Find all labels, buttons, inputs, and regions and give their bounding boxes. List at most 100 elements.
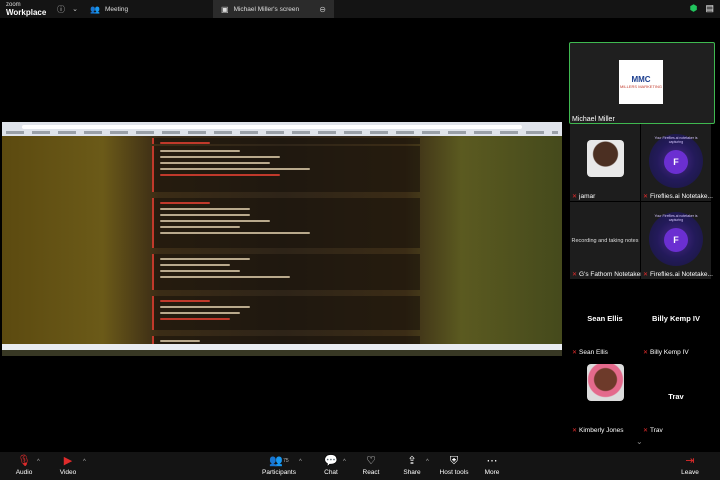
mic-muted-icon: ✕	[572, 350, 578, 356]
host-shield-icon: ⛨	[449, 455, 459, 467]
participant-label: ✕ Fireflies.ai Notetake...	[643, 271, 713, 278]
schedule-block	[152, 138, 420, 144]
host-tools-label: Host tools	[439, 469, 469, 476]
schedule-block	[152, 198, 420, 248]
participant-name: jamar	[579, 193, 596, 200]
screen-share-icon: ▣	[221, 4, 229, 14]
participant-tile-trav[interactable]: Trav ✕ Trav	[641, 358, 711, 435]
more-options-icon[interactable]: ⊖	[319, 5, 326, 14]
mic-muted-icon: ✕	[643, 428, 649, 434]
leave-icon: ⇥	[685, 455, 695, 467]
info-icon[interactable]: ⓘ	[54, 4, 68, 15]
participant-count: 75	[283, 458, 289, 464]
participant-center-name: Billy Kemp IV	[652, 314, 700, 323]
participant-label: ✕ Fireflies.ai Notetake...	[643, 193, 713, 200]
participant-tile-fireflies-2[interactable]: Your Fireflies.ai notetaker is capturing…	[641, 202, 713, 279]
logo-mark: MMC	[631, 75, 651, 84]
audio-label: Audio	[15, 469, 33, 476]
video-button[interactable]: ▶ Video	[56, 455, 80, 476]
participant-center-name: Sean Ellis	[587, 314, 623, 323]
participant-center-name: Trav	[668, 392, 684, 401]
avatar	[587, 364, 624, 401]
chat-button[interactable]: 💬 Chat	[322, 455, 340, 476]
mic-muted-icon: ✕	[572, 272, 578, 278]
share-label: Share	[403, 469, 421, 476]
host-tools-button[interactable]: ⛨ Host tools	[438, 455, 470, 476]
leave-button[interactable]: ⇥ Leave	[680, 455, 700, 476]
participant-label: ✕ Trav	[643, 427, 663, 434]
shared-document	[2, 136, 562, 350]
taskbar	[2, 344, 562, 350]
chevron-down-icon[interactable]: ⌄	[68, 5, 82, 13]
participants-label: Participants	[262, 469, 296, 476]
mic-muted-icon: ✕	[643, 350, 649, 356]
bookmarks-bar	[6, 131, 558, 134]
react-label: React	[362, 469, 380, 476]
participant-name: Sean Ellis	[579, 349, 608, 356]
participant-name: G's Fathom Notetaker	[579, 271, 643, 278]
logo-sub: MILLERS MARKETING	[619, 84, 662, 89]
participant-tile-main[interactable]: MMC MILLERS MARKETING Michael Miller	[569, 42, 715, 124]
participant-name: Kimberly Jones	[579, 427, 624, 434]
notes-icon[interactable]: ▤	[705, 3, 714, 14]
participant-name: Fireflies.ai Notetake...	[650, 193, 713, 200]
audio-caret-icon[interactable]: ^	[37, 459, 40, 465]
browser-bar	[2, 122, 562, 136]
mic-muted-icon: ✕	[572, 194, 578, 200]
participant-label: ✕ Kimberly Jones	[572, 427, 623, 434]
tab-meeting-label: Meeting	[104, 5, 129, 13]
video-caret-icon[interactable]: ^	[83, 459, 86, 465]
avatar	[587, 140, 624, 177]
participant-tile-fireflies-1[interactable]: Your Fireflies.ai notetaker is capturing…	[641, 124, 713, 201]
fireflies-logo: F	[664, 228, 688, 252]
participant-label: ✕ Billy Kemp IV	[643, 349, 689, 356]
meeting-toolbar: 🎙 Audio ^ ▶ Video ^ 👥75 Participants ^ 💬…	[0, 452, 720, 480]
chat-label: Chat	[324, 469, 338, 476]
mic-muted-icon: 🎙	[17, 455, 31, 467]
scroll-down-icon[interactable]: ⌄	[636, 437, 643, 446]
recording-status: Recording and taking notes	[571, 238, 639, 244]
brand-large: Workplace	[6, 8, 47, 17]
more-label: More	[484, 469, 500, 476]
schedule-block	[152, 254, 420, 290]
top-right-icons: ⬢ ▤	[690, 3, 714, 14]
react-button[interactable]: ♡ React	[360, 455, 382, 476]
tab-share-label: Michael Miller's screen	[233, 5, 300, 13]
participant-label: ✕ Sean Ellis	[572, 349, 608, 356]
tab-meeting[interactable]: 👥 Meeting	[82, 0, 213, 18]
participant-tile-jamar[interactable]: ✕ jamar	[570, 124, 640, 201]
shield-icon[interactable]: ⬢	[690, 3, 698, 14]
video-label: Video	[59, 469, 77, 476]
schedule-block	[152, 296, 420, 330]
participants-caret-icon[interactable]: ^	[299, 459, 302, 465]
chat-caret-icon[interactable]: ^	[343, 459, 346, 465]
participant-name: Billy Kemp IV	[650, 349, 689, 356]
participant-tile-billy[interactable]: Billy Kemp IV ✕ Billy Kemp IV	[641, 280, 711, 357]
more-button[interactable]: ⋯ More	[482, 455, 502, 476]
schedule-block	[152, 146, 420, 192]
chat-icon: 💬	[324, 455, 338, 467]
share-screen-icon: ⇪	[407, 455, 417, 467]
share-button[interactable]: ⇪ Share	[401, 455, 423, 476]
participant-name: Michael Miller	[572, 116, 615, 123]
participant-label: ✕ jamar	[572, 193, 595, 200]
heart-icon: ♡	[366, 455, 376, 467]
share-caret-icon[interactable]: ^	[426, 459, 429, 465]
shared-screen	[2, 122, 562, 356]
participant-tile-fathom[interactable]: Recording and taking notes ✕ G's Fathom N…	[570, 202, 643, 279]
zoom-brand: zoom Workplace	[0, 1, 54, 17]
participants-button[interactable]: 👥75 Participants	[262, 455, 296, 476]
audio-button[interactable]: 🎙 Audio	[12, 455, 36, 476]
fireflies-logo: F	[664, 150, 688, 174]
participant-name: Fireflies.ai Notetake...	[650, 271, 713, 278]
participants-icon: 👥75	[269, 455, 289, 467]
url-bar	[22, 125, 522, 129]
mic-muted-icon: ✕	[572, 428, 578, 434]
mic-muted-icon: ✕	[643, 194, 649, 200]
participant-tile-kimberly[interactable]: ✕ Kimberly Jones	[570, 358, 640, 435]
participant-tile-sean[interactable]: Sean Ellis ✕ Sean Ellis	[570, 280, 640, 357]
tab-shared-screen[interactable]: ▣ Michael Miller's screen ⊖	[213, 0, 334, 18]
mic-muted-icon: ✕	[643, 272, 649, 278]
participant-name: Trav	[650, 427, 663, 434]
fireflies-banner: Your Fireflies.ai notetaker is capturing	[654, 136, 698, 144]
